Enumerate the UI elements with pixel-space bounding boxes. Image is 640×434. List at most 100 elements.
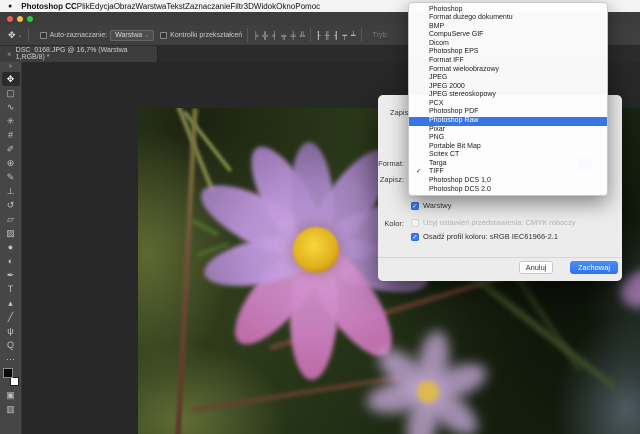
distribute-top-icon[interactable]: ┯ [342,31,347,40]
color-swatches[interactable] [3,368,19,386]
mode-label: Tryb: [373,32,389,39]
screen-mode-button[interactable]: ▥ [2,402,20,416]
divider [310,28,311,42]
format-menu-item[interactable]: Portable Bit Map [409,143,607,152]
blur-tool[interactable]: ● [2,240,20,254]
divider [247,28,248,42]
align-top-edges-icon[interactable]: ╦ [281,31,286,40]
window-close-button[interactable] [7,16,13,22]
format-menu-item[interactable]: Photoshop DCS 1,0 [409,177,607,186]
menubar-item[interactable]: Widok [254,2,276,11]
checkmark-icon: ✓ [416,168,421,177]
auto-select-label: Auto-zaznaczanie: [50,32,108,39]
transform-controls-checkbox[interactable] [160,32,167,39]
collapse-toolbar-icon[interactable]: » [9,62,13,72]
apple-logo-icon[interactable]: ● [8,3,12,10]
proof-setup-checkbox[interactable] [411,219,419,227]
format-menu-item[interactable]: PCX [409,100,607,109]
tool-preset-caret-icon[interactable]: ⌄ [18,32,23,39]
brush-tool[interactable]: ✎ [2,170,20,184]
marquee-tool[interactable]: ▢ [2,86,20,100]
leaf [191,219,219,236]
zoom-tool[interactable]: Q [2,338,20,352]
layers-checkbox[interactable]: ✓ [411,202,419,210]
format-menu-item[interactable]: Format wieloobrazowy [409,66,607,75]
format-menu-item[interactable]: JPEG 2000 [409,83,607,92]
cancel-button[interactable]: Anuluj [519,261,553,274]
healing-brush-tool[interactable]: ⊕ [2,156,20,170]
edit-toolbar-button[interactable]: ⋯ [2,352,20,366]
shape-tool[interactable]: ╱ [2,310,20,324]
divider [28,28,29,42]
format-menu-item[interactable]: Photoshop PDF [409,108,607,117]
close-tab-icon[interactable]: × [7,50,12,59]
menubar-item[interactable]: Plik [77,2,90,11]
format-menu-item[interactable]: PNG [409,134,607,143]
distribute-left-icon[interactable]: ┠ [316,31,321,40]
format-menu-item[interactable]: Photoshop EPS [409,48,607,57]
align-right-edges-icon[interactable]: ╡ [272,31,277,40]
format-menu-item[interactable]: ✓ TIFF [409,168,607,177]
layers-label: Warstwy [423,201,451,210]
pen-tool[interactable]: ✒ [2,268,20,282]
flower-center [293,227,339,273]
align-horizontal-centers-icon[interactable]: ╬ [262,31,267,40]
format-menu-item[interactable]: Format IFF [409,57,607,66]
format-menu-item[interactable]: JPEG [409,74,607,83]
format-menu-item[interactable]: CompuServe GIF [409,31,607,40]
dodge-tool[interactable]: ◐ [2,254,20,268]
hand-tool[interactable]: ψ [2,324,20,338]
save-button[interactable]: Zachowaj [570,261,618,274]
menubar-item[interactable]: Obraz [114,2,136,11]
distribute-right-icon[interactable]: ┨ [334,31,339,40]
distribute-bottom-icon[interactable]: ┷ [351,31,356,40]
menubar-item[interactable]: Pomoc [295,2,320,11]
format-menu-item[interactable]: Photoshop Raw [409,117,607,126]
auto-select-checkbox[interactable] [40,32,47,39]
format-menu-item[interactable]: Format dużego dokumentu [409,14,607,23]
window-zoom-button[interactable] [27,16,33,22]
type-tool[interactable]: T [2,282,20,296]
align-vertical-centers-icon[interactable]: ╪ [290,31,295,40]
eyedropper-tool[interactable]: ✐ [2,142,20,156]
format-menu-item[interactable]: Photoshop DCS 2.0 [409,186,607,195]
menubar-item[interactable]: Okno [276,2,295,11]
menubar-item[interactable]: Filtr [230,2,243,11]
align-left-edges-icon[interactable]: ╞ [253,31,258,40]
menubar-item[interactable]: Edycja [90,2,114,11]
proof-setup-label: Użyj ustawień przedstawienia: CMYK roboc… [423,218,576,227]
format-menu-item[interactable]: Targa [409,160,607,169]
menubar-item[interactable]: Warstwa [135,2,166,11]
format-menu-item[interactable]: Dicom [409,40,607,49]
menubar-item[interactable]: 3D [244,2,254,11]
window-minimize-button[interactable] [17,16,23,22]
divider [378,257,622,258]
format-menu-item[interactable]: Photoshop [409,6,607,15]
format-menu-item[interactable]: BMP [409,23,607,32]
lasso-tool[interactable]: ∿ [2,100,20,114]
foreground-color-swatch[interactable] [3,368,13,378]
quick-mask-button[interactable]: ▣ [2,388,20,402]
distribute-center-icon[interactable]: ╫ [325,31,330,40]
auto-select-target-dropdown[interactable]: Warstwa ⌄ [110,30,154,41]
background-color-swatch[interactable] [10,377,19,386]
gradient-tool[interactable]: ▨ [2,226,20,240]
menubar-item[interactable]: Tekst [166,2,185,11]
format-dropdown-menu: Photoshop Format dużego dokumentu BMP Co… [408,2,608,196]
menubar-item[interactable]: Zaznaczanie [185,2,230,11]
format-menu-item[interactable]: Pixar [409,126,607,135]
path-selection-tool[interactable]: ▴ [2,296,20,310]
menubar-item[interactable]: Photoshop CC [21,2,77,11]
history-brush-tool[interactable]: ↺ [2,198,20,212]
quick-selection-tool[interactable]: ✳ [2,114,20,128]
document-title: DSC_0168.JPG @ 16,7% (Warstwa 1,RGB/8) * [16,47,157,61]
clone-stamp-tool[interactable]: ⊥ [2,184,20,198]
align-bottom-edges-icon[interactable]: ╩ [300,31,305,40]
format-menu-item[interactable]: Scitex CT [409,151,607,160]
eraser-tool[interactable]: ▱ [2,212,20,226]
move-tool[interactable]: ✥ [2,72,20,86]
format-menu-item[interactable]: JPEG stereoskopowy [409,91,607,100]
document-tab[interactable]: × DSC_0168.JPG @ 16,7% (Warstwa 1,RGB/8)… [0,46,158,62]
crop-tool[interactable]: # [2,128,20,142]
embed-profile-checkbox[interactable]: ✓ [411,233,419,241]
